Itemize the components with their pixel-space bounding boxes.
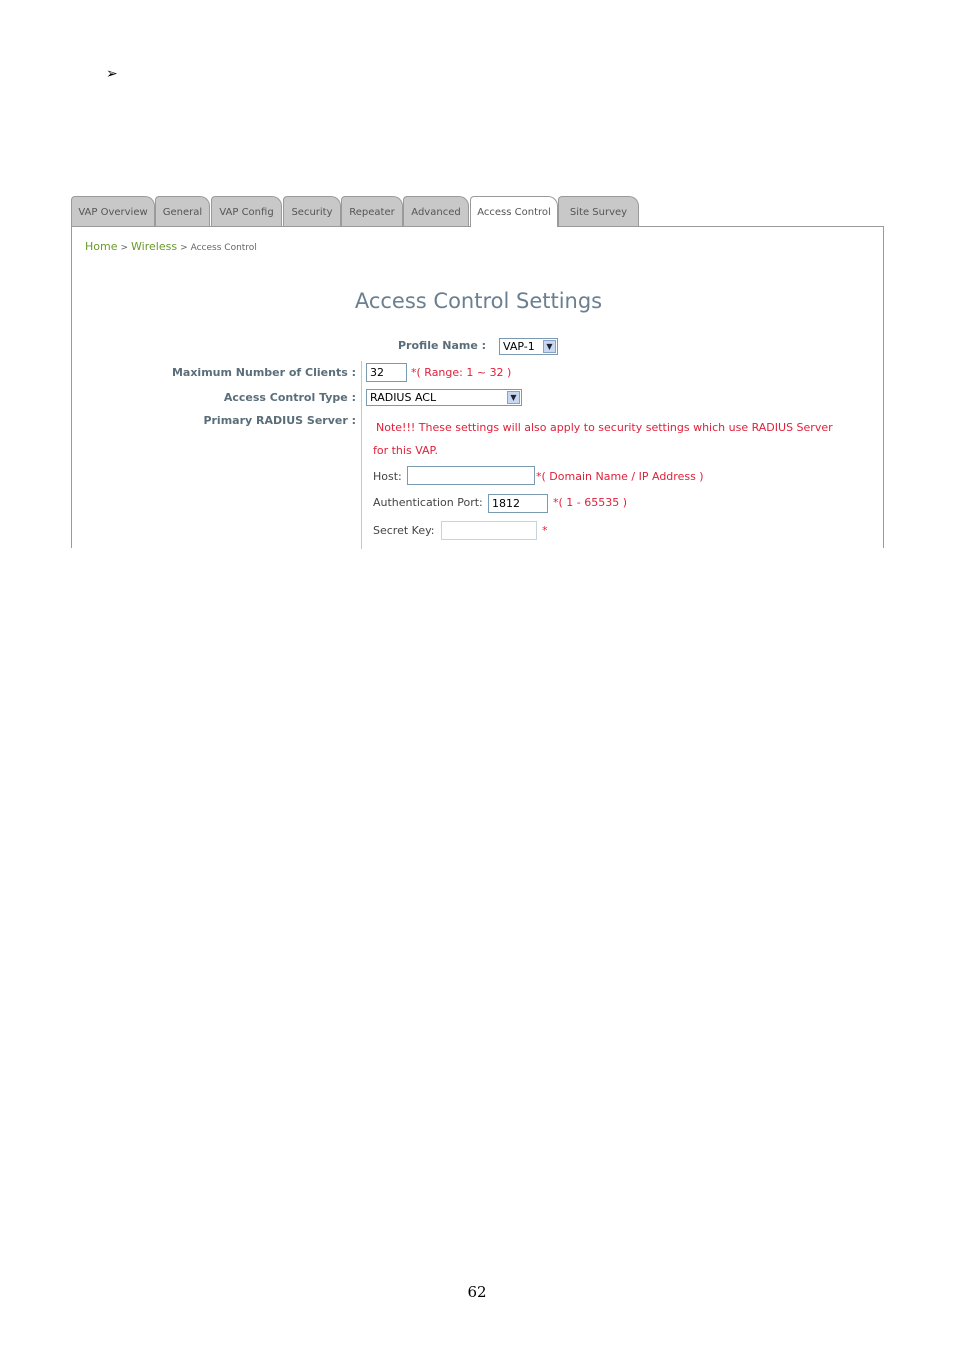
secret-key-input[interactable] — [441, 521, 537, 540]
max-clients-label: Maximum Number of Clients : — [171, 366, 356, 379]
primary-radius-label: Primary RADIUS Server : — [203, 414, 356, 427]
tab-security[interactable]: Security — [283, 196, 341, 226]
access-control-type-label: Access Control Type : — [223, 391, 356, 404]
host-input[interactable] — [407, 466, 535, 485]
tab-repeater[interactable]: Repeater — [341, 196, 403, 226]
breadcrumb-wireless[interactable]: Wireless — [131, 240, 177, 253]
access-control-type-value: RADIUS ACL — [370, 391, 437, 404]
tab-general[interactable]: General — [155, 196, 210, 226]
profile-name-label: Profile Name : — [398, 339, 487, 352]
secret-key-label: Secret Key: — [373, 524, 435, 537]
tab-site-survey[interactable]: Site Survey — [558, 196, 639, 226]
breadcrumb-current: Access Control — [190, 243, 257, 253]
secret-key-hint: * — [542, 524, 548, 537]
column-divider — [361, 361, 362, 549]
auth-port-label: Authentication Port: — [373, 496, 483, 509]
host-hint: *( Domain Name / IP Address ) — [536, 470, 704, 483]
access-control-type-select[interactable]: RADIUS ACL ▼ — [366, 389, 522, 406]
radius-note-line2: for this VAP. — [373, 444, 438, 457]
breadcrumb-separator: > — [120, 243, 129, 253]
profile-name-select[interactable]: VAP-1 ▼ — [499, 338, 558, 355]
bullet-arrow-icon: ➢ — [106, 66, 118, 82]
breadcrumb-separator: > — [180, 243, 188, 253]
tab-vap-overview[interactable]: VAP Overview — [71, 196, 155, 226]
max-clients-input[interactable] — [366, 363, 407, 382]
tab-advanced[interactable]: Advanced — [403, 196, 469, 226]
tab-vap-config[interactable]: VAP Config — [211, 196, 282, 226]
host-label: Host: — [373, 470, 402, 483]
auth-port-hint: *( 1 - 65535 ) — [553, 496, 628, 509]
chevron-down-icon: ▼ — [507, 391, 520, 404]
breadcrumb-home[interactable]: Home — [85, 240, 117, 253]
max-clients-hint: *( Range: 1 ~ 32 ) — [411, 366, 512, 379]
radius-note-line1: Note!!! These settings will also apply t… — [376, 421, 833, 434]
page-title: Access Control Settings — [354, 289, 603, 313]
tab-bar: VAP Overview General VAP Config Security… — [71, 196, 885, 227]
auth-port-input[interactable] — [488, 494, 548, 513]
tab-access-control[interactable]: Access Control — [470, 196, 558, 227]
chevron-down-icon: ▼ — [543, 340, 556, 353]
page-number: 62 — [467, 1283, 487, 1301]
profile-name-value: VAP-1 — [503, 340, 535, 353]
content-panel: Home > Wireless > Access Control Access Cont… — [71, 226, 884, 549]
breadcrumb: Home > Wireless > Access Control — [85, 240, 257, 253]
